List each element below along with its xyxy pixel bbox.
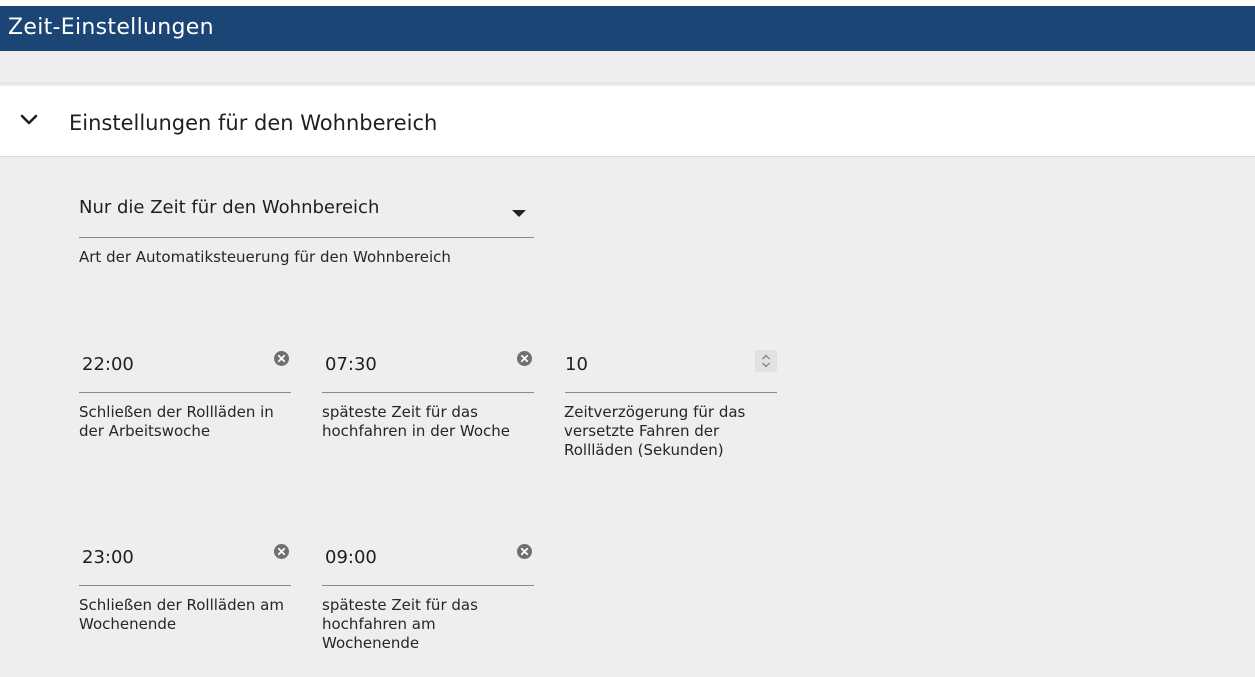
select-value: Nur die Zeit für den Wohnbereich: [79, 197, 380, 218]
clear-icon[interactable]: [274, 544, 289, 559]
spin-updown-icon[interactable]: [755, 350, 777, 372]
time-value: 22:00: [82, 354, 134, 375]
close-workweek-time-input[interactable]: 22:00: [79, 342, 291, 393]
page-title: Zeit-Einstellungen: [8, 15, 214, 40]
close-workweek-label: Schließen der Rollläden in der Arbeitswo…: [79, 403, 274, 440]
latest-up-week-time-input[interactable]: 07:30: [322, 342, 534, 393]
delay-label: Zeitverzögerung für das versetzte Fahren…: [564, 403, 746, 459]
automation-mode-select[interactable]: Nur die Zeit für den Wohnbereich: [79, 188, 534, 238]
select-helper-text: Art der Automatiksteuerung für den Wohnb…: [79, 248, 451, 266]
chevron-down-icon[interactable]: [18, 108, 40, 130]
latest-up-week-label: späteste Zeit für das hochfahren in der …: [322, 403, 510, 440]
clear-icon[interactable]: [517, 351, 532, 366]
time-value: 09:00: [325, 547, 377, 568]
time-value: 23:00: [82, 547, 134, 568]
time-value: 07:30: [325, 354, 377, 375]
latest-up-weekend-label: späteste Zeit für das hochfahren am Woch…: [322, 596, 478, 652]
title-bar: Zeit-Einstellungen: [0, 6, 1255, 51]
latest-up-weekend-time-input[interactable]: 09:00: [322, 535, 534, 586]
panel-title: Einstellungen für den Wohnbereich: [69, 111, 438, 135]
close-weekend-label: Schließen der Rollläden am Wochenende: [79, 596, 284, 633]
close-weekend-time-input[interactable]: 23:00: [79, 535, 291, 586]
number-value: 10: [565, 354, 588, 375]
clear-icon[interactable]: [517, 544, 532, 559]
clear-icon[interactable]: [274, 351, 289, 366]
panel-header-wohnbereich[interactable]: Einstellungen für den Wohnbereich: [0, 86, 1255, 157]
caret-down-icon[interactable]: [512, 203, 526, 217]
delay-seconds-input[interactable]: 10: [565, 342, 777, 393]
